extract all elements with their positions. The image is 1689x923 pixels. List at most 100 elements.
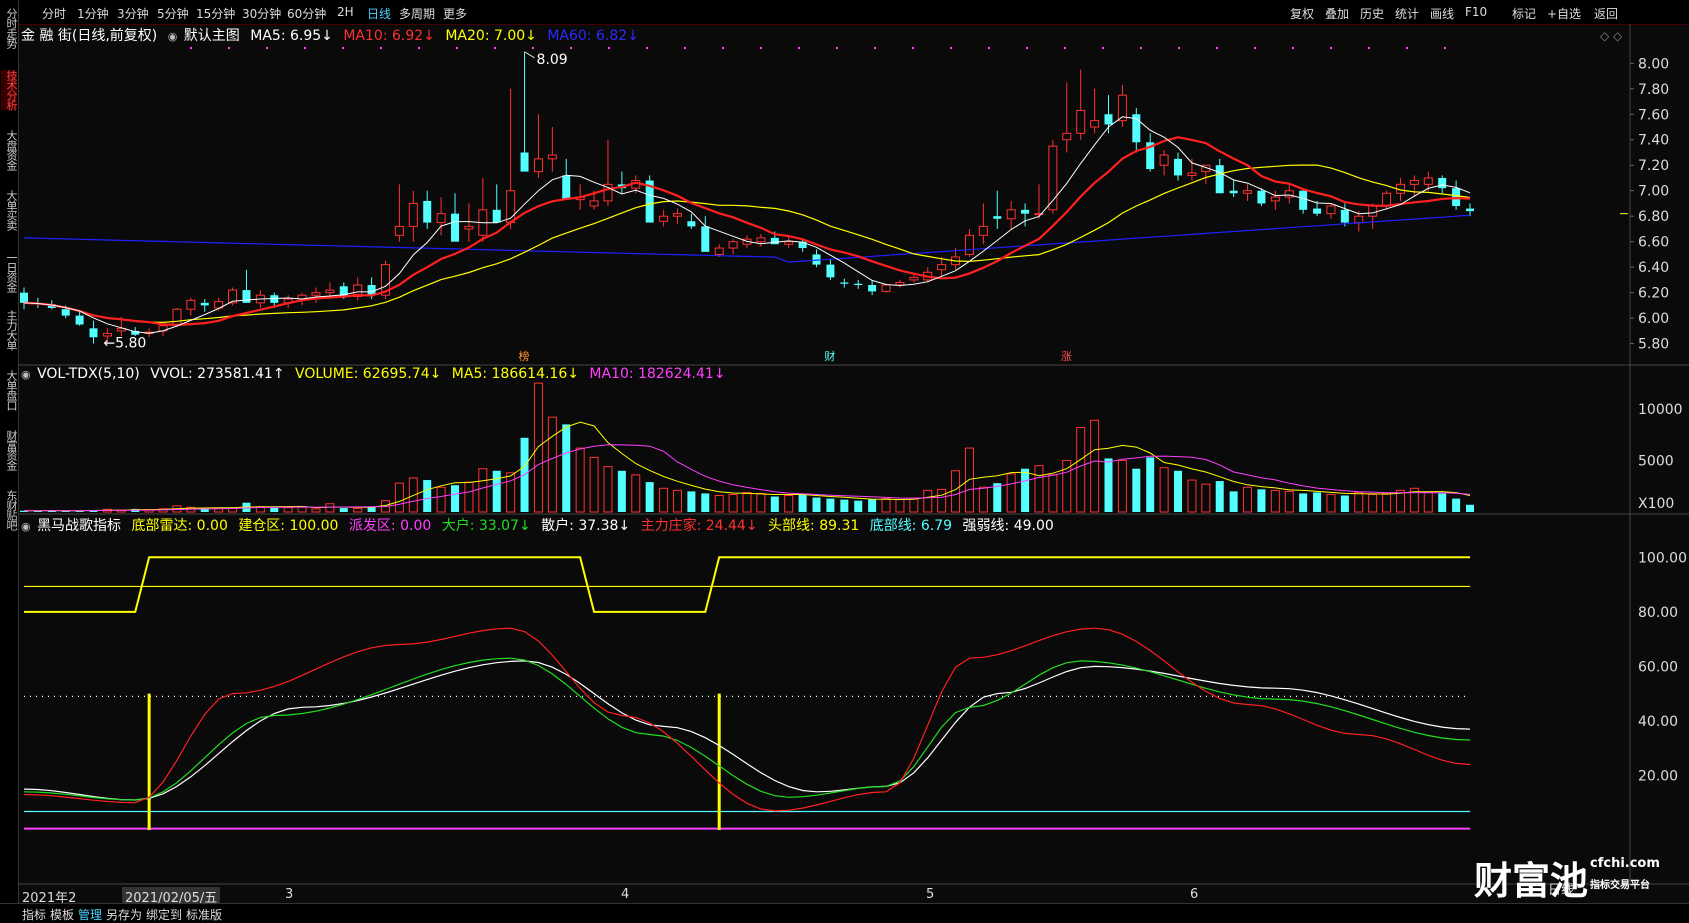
period-tab[interactable]: 30分钟	[242, 5, 281, 22]
tool-tab[interactable]: F10	[1465, 5, 1487, 19]
sidebar-item[interactable]: 大盘资金	[1, 130, 18, 170]
tool-tab[interactable]: +自选	[1547, 5, 1581, 22]
strength-line-label: 强弱线: 49.00	[962, 518, 1054, 534]
sidebar-item[interactable]: 一日资金	[1, 252, 18, 292]
signal-dot	[608, 47, 610, 49]
period-tab[interactable]: 5分钟	[157, 5, 189, 22]
price-axis-label: 8.00	[1638, 56, 1669, 72]
tool-tab[interactable]: 叠加	[1325, 5, 1349, 22]
candle-body	[770, 237, 779, 245]
tool-tab[interactable]: 画线	[1430, 5, 1454, 22]
signal-dot	[722, 47, 724, 49]
stock-chart[interactable]: 8.09 ←5.80 榜 财 涨 8.00 7.80 7.60 7.40 7.20 7.00 6.8…	[0, 0, 1689, 922]
period-tab[interactable]: 2H	[337, 5, 354, 19]
volume-bar	[589, 456, 599, 513]
signal-dot	[380, 47, 382, 49]
bottom-line-label: 底部线: 6.79	[869, 518, 953, 534]
volume-bar	[645, 482, 654, 512]
signal-dot	[1064, 47, 1066, 49]
tool-tab[interactable]: 统计	[1395, 5, 1419, 22]
main-force-line	[23, 627, 1471, 812]
candle-body	[33, 302, 42, 305]
candle-body	[214, 301, 224, 309]
date-label: 5	[926, 887, 935, 902]
bottom-tab[interactable]: 另存为	[106, 906, 142, 923]
candle-body	[728, 241, 738, 249]
volume-bar	[575, 447, 585, 513]
volume-bar	[1284, 490, 1294, 513]
watermark-slogan: 指标交易平台	[1590, 880, 1650, 891]
signal-dot	[1140, 47, 1142, 49]
bottom-tab[interactable]: 管理	[78, 906, 102, 923]
volume-bar	[603, 466, 613, 513]
tool-tab[interactable]: 复权	[1290, 5, 1314, 22]
candle-body	[881, 284, 891, 292]
sidebar-item[interactable]: 分时走势	[1, 8, 18, 48]
bottom-tab[interactable]: 指标	[22, 906, 46, 923]
candle-body	[993, 216, 1002, 219]
signal-dot	[266, 47, 268, 49]
sidebar-item[interactable]: 东财贴吧	[1, 490, 18, 530]
period-tab[interactable]: 3分钟	[117, 5, 149, 22]
bottom-tab[interactable]: 模板	[50, 906, 74, 923]
candle-body	[909, 276, 919, 281]
sidebar-item[interactable]: 大单盘口	[1, 370, 18, 410]
candle-body	[1354, 215, 1364, 224]
sidebar-item[interactable]: 大单买卖	[1, 190, 18, 230]
ma5-line	[23, 116, 1471, 334]
signal-dot	[228, 47, 230, 49]
volume-bar	[1187, 479, 1197, 513]
bottom-toolbar: 指标 模板 管理 另存为 绑定到 标准版	[0, 903, 1689, 923]
period-tab[interactable]: 1分钟	[77, 5, 109, 22]
period-tab[interactable]: 15分钟	[196, 5, 235, 22]
sidebar-item[interactable]: 财富资金	[1, 430, 18, 470]
candle-body	[714, 247, 724, 255]
main-template-label[interactable]: 默认主图	[184, 28, 240, 44]
volume-bar	[1452, 498, 1461, 512]
candle-body	[436, 213, 446, 224]
low-label: ←5.80	[103, 336, 146, 352]
indicator-name[interactable]: 黑马战歌指标	[37, 518, 121, 534]
candle-body	[575, 196, 585, 201]
ma20-label: MA20: 7.00↓	[445, 28, 537, 44]
main-force-label: 主力庄家: 24.44↓	[640, 518, 758, 534]
settings-icon[interactable]: ◉	[168, 30, 178, 43]
tool-tab[interactable]: 标记	[1512, 5, 1536, 22]
volume-label: VOLUME: 62695.74↓	[295, 366, 442, 382]
volume-bar	[826, 498, 835, 512]
high-label: 8.09	[537, 52, 568, 68]
signal-dot	[684, 47, 686, 49]
watermark-site: cfchi.com	[1590, 856, 1660, 871]
volume-bar	[562, 424, 571, 512]
bottom-tab[interactable]: 标准版	[186, 906, 222, 923]
sidebar-item[interactable]: 技术分析	[1, 70, 18, 110]
candle-body	[812, 254, 821, 265]
sidebar-item[interactable]: 主力大单	[1, 310, 18, 350]
volume-bar	[353, 507, 363, 513]
period-tab[interactable]: 分时	[42, 5, 66, 22]
volume-indicator-name[interactable]: VOL-TDX(5,10)	[37, 366, 140, 382]
bottom-tab[interactable]: 绑定到	[146, 906, 182, 923]
volume-bar	[770, 496, 779, 512]
candle-body	[492, 209, 501, 223]
volume-bar	[868, 499, 877, 512]
period-tab[interactable]: 多周期	[399, 5, 435, 22]
period-tab[interactable]: 日线	[367, 5, 391, 22]
tool-tab[interactable]: 历史	[1360, 5, 1384, 22]
settings-icon[interactable]: ◉	[21, 520, 31, 533]
period-tab[interactable]: 60分钟	[287, 5, 326, 22]
volume-bar	[297, 506, 307, 513]
candle-body	[1257, 190, 1266, 204]
volume-bar	[1438, 493, 1447, 512]
ma60-label: MA60: 6.82↓	[547, 28, 639, 44]
period-tab[interactable]: 更多	[443, 5, 467, 22]
candle-body	[672, 213, 682, 217]
tool-tab[interactable]: 返回	[1594, 5, 1618, 22]
signal-dot	[1254, 47, 1256, 49]
candle-body	[506, 190, 516, 224]
signal-dot	[1406, 47, 1408, 49]
volume-bar	[283, 507, 293, 513]
volume-bar	[492, 470, 501, 512]
settings-icon[interactable]: ◉	[21, 368, 31, 381]
zoom-control: ◇ ◇	[1600, 29, 1623, 43]
